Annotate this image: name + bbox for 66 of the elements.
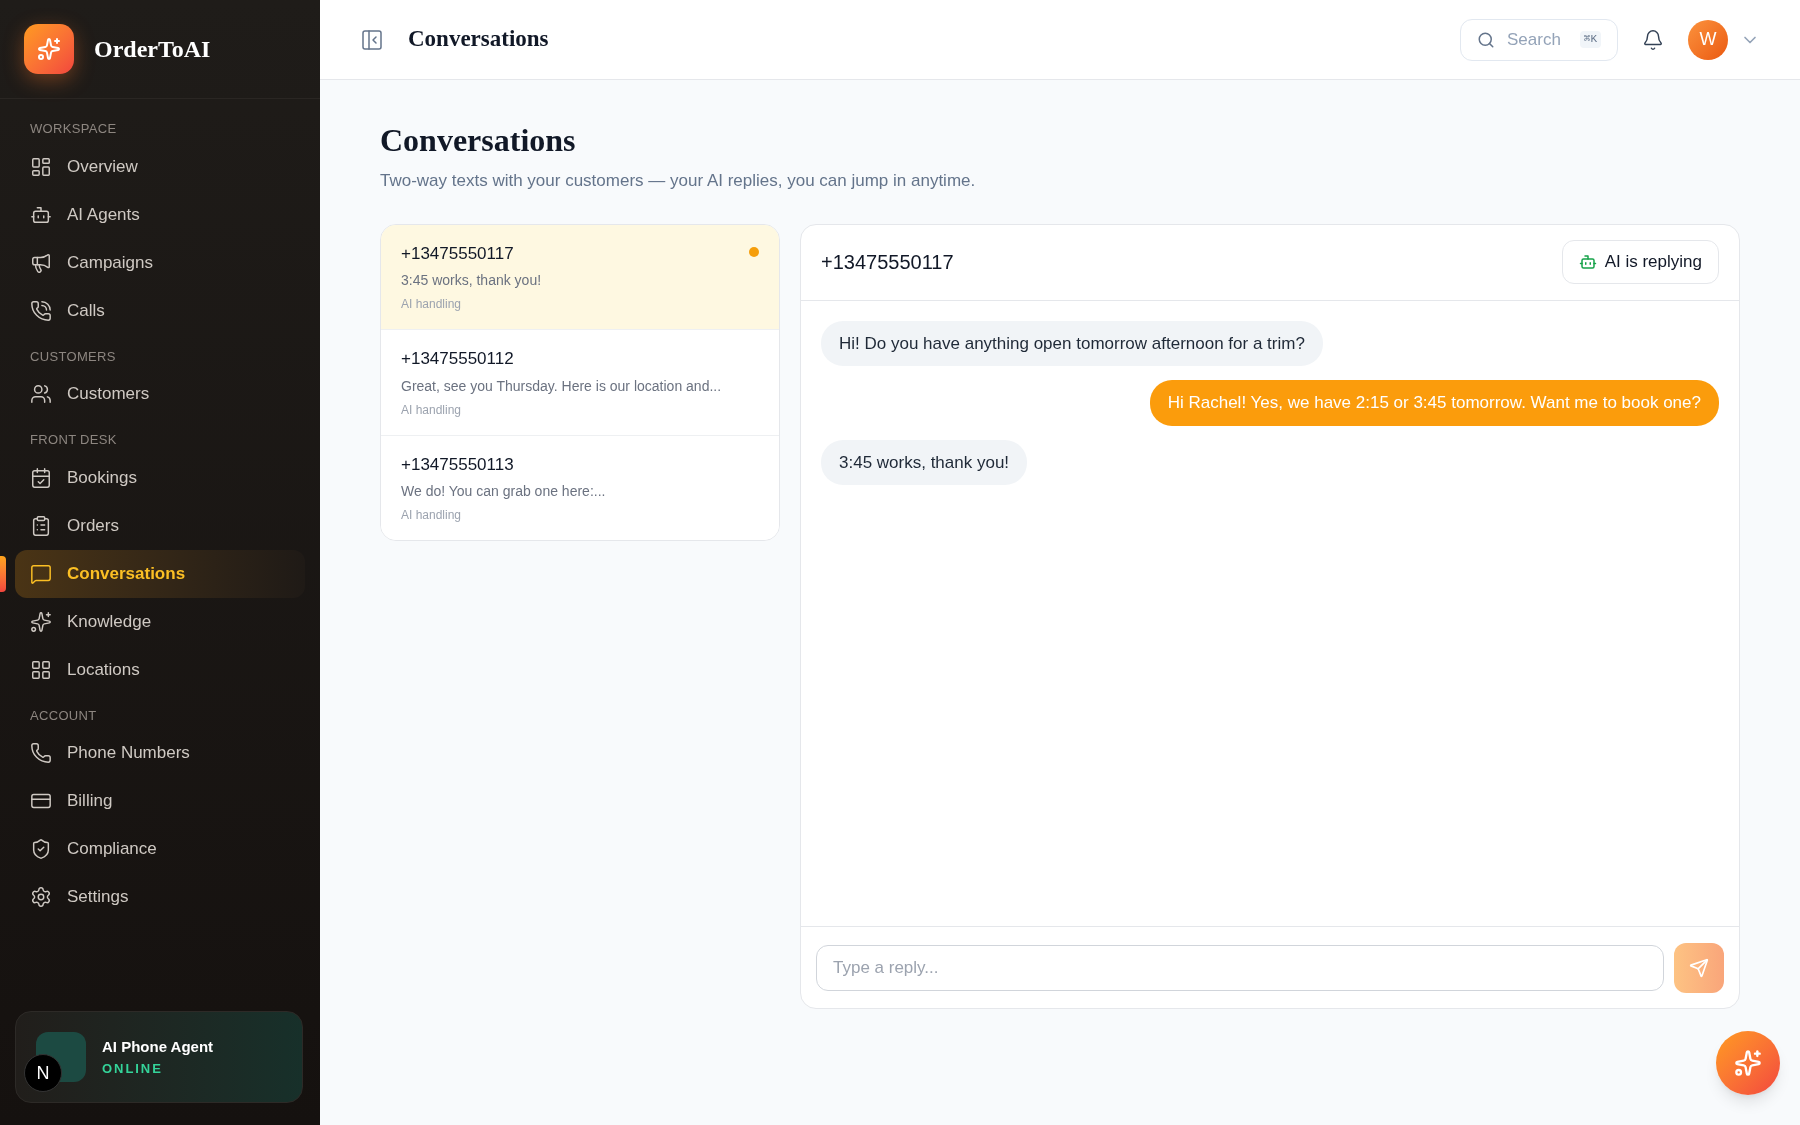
nav-item[interactable]: Conversations [15,549,305,598]
handling-status: AI handling [401,401,463,419]
message-preview: Great, see you Thursday. Here is our location and... [401,376,723,396]
page-subtitle: Two-way texts with your customers — your AI replies, you can jump in anytime. [380,170,977,192]
shortcut-key: ⌘K [1579,31,1601,48]
assistant-button[interactable] [1716,1031,1780,1095]
message-preview: 3:45 works, thank you! [401,271,543,290]
nav-item[interactable]: Compliance [15,825,305,873]
search-placeholder: Search [1507,28,1562,51]
sent-message: Hi Rachel! Yes, we have 2:15 or 3:45 tomorrow. Want me to book one? [1149,380,1719,426]
nav-item[interactable]: Settings [15,873,305,921]
nav-item[interactable]: Bookings [15,453,305,502]
settings-icon [30,886,52,908]
section-heading: CUSTOMERS [29,347,117,366]
nav-item[interactable]: Phone Numbers [15,729,305,777]
ai-status-button[interactable]: AI is replying [1561,240,1719,284]
nav-item[interactable]: Overview [15,142,305,191]
agent-title: AI Phone Agent [102,1037,214,1057]
search-field[interactable]: Search ⌘K [1460,18,1618,61]
dashboard-icon [30,155,52,178]
nav-item[interactable]: Calls [15,286,305,335]
nav-item[interactable]: AI Agents [15,190,305,239]
active-indicator [0,555,6,592]
dev-badge[interactable]: N [24,1054,62,1092]
section-heading: WORKSPACE [29,120,118,138]
nav-item[interactable]: Campaigns [15,238,305,287]
agent-status: ONLINE [102,1059,164,1078]
reply-field[interactable]: Type a reply... [816,944,1664,991]
contact-phone: +13475550113 [401,453,515,476]
phone-icon [30,742,52,764]
calendar-icon [30,466,52,489]
chat-contact: +13475550117 [821,250,954,275]
header-title: Conversations [408,25,549,54]
handling-status: AI handling [401,507,463,524]
received-message: 3:45 works, thank you! [821,439,1028,485]
sparkles-icon [1734,1049,1762,1077]
robot-icon [1578,253,1597,271]
nav-item[interactable]: Knowledge [15,597,305,646]
handling-status: AI handling [401,296,463,313]
page-title: Conversations [380,121,577,160]
phone-call-icon [30,299,52,322]
nav-item[interactable]: Customers [15,370,305,418]
clipboard-icon [30,514,52,537]
conversation-item[interactable]: +13475550117 3:45 works, thank you! AI handling [381,224,779,330]
grid-icon [30,658,52,681]
send-button[interactable] [1674,942,1724,993]
chat-icon [30,562,52,585]
message-preview: We do! You can grab one here:... [401,482,607,501]
search-icon [1477,30,1495,49]
contact-phone: +13475550117 [401,242,515,265]
contact-phone: +13475550112 [401,348,515,370]
shield-icon [30,838,52,860]
users-icon [30,383,52,405]
sparkles-icon [30,610,52,633]
sidebar-toggle-icon[interactable] [360,27,384,52]
section-heading: ACCOUNT [29,706,98,725]
megaphone-icon [30,251,52,274]
notification-icon[interactable] [1642,28,1664,51]
received-message: Hi! Do you have anything open tomorrow afternoon for a trim? [821,320,1323,366]
nav-item[interactable]: Billing [15,777,305,825]
send-icon [1689,957,1709,978]
nav-item[interactable]: Orders [15,501,305,550]
section-heading: FRONT DESK [29,431,118,449]
logo-icon [24,24,74,74]
brand-name: OrderToAI [94,35,211,64]
nav-item[interactable]: Locations [15,645,305,694]
